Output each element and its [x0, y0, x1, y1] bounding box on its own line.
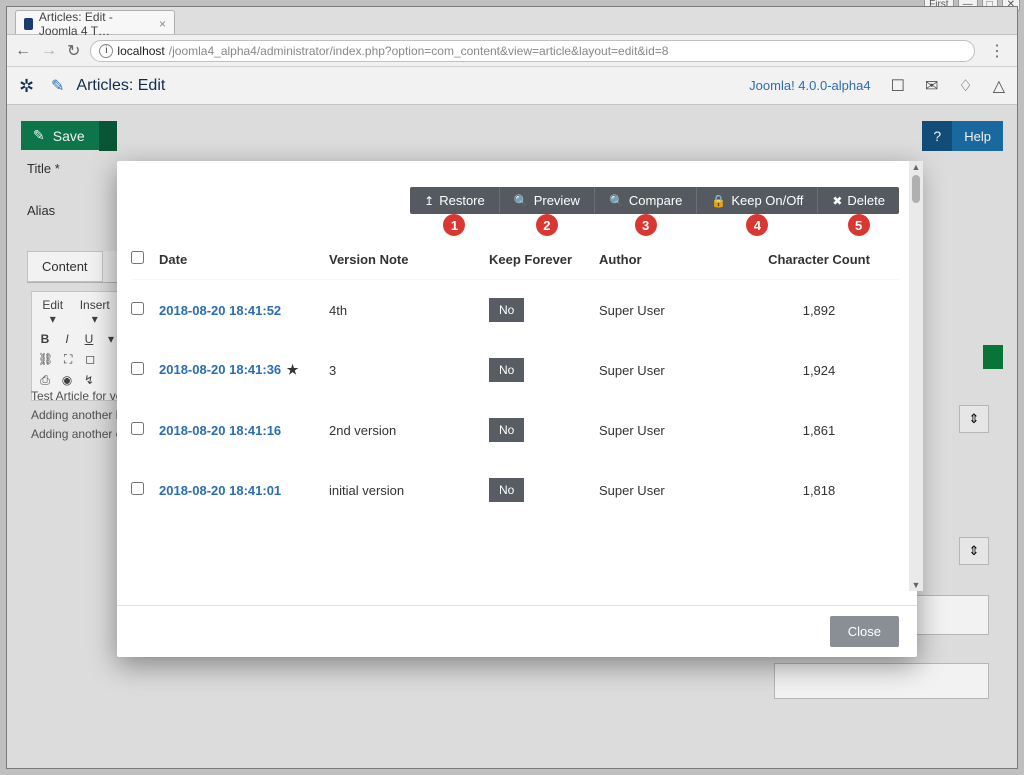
select-all-checkbox[interactable] — [131, 251, 144, 264]
table-header: Date Version Note Keep Forever Author Ch… — [131, 239, 899, 280]
preview-button[interactable]: 🔍 Preview 2 — [499, 187, 594, 214]
modal-footer: Close — [117, 605, 917, 657]
version-note: initial version — [329, 483, 489, 498]
keep-forever-toggle[interactable]: No — [489, 418, 524, 442]
version-date-link[interactable]: 2018-08-20 18:41:01 — [159, 483, 329, 498]
col-author: Author — [599, 252, 759, 267]
col-count: Character Count — [759, 252, 879, 267]
modal-overlay: ▲ ▼ ↥ Restore 1 🔍 Preview 2 — [7, 67, 1017, 768]
close-tab-icon[interactable]: × — [159, 17, 166, 31]
url-input[interactable]: i localhost /joomla4_alpha4/administrato… — [90, 40, 975, 62]
keep-toggle-button[interactable]: 🔒 Keep On/Off 4 — [696, 187, 817, 214]
compare-button[interactable]: 🔍 Compare 3 — [594, 187, 696, 214]
keep-forever-toggle[interactable]: No — [489, 478, 524, 502]
browser-window: Articles: Edit - Joomla 4 T… × ← → ↻ i l… — [6, 6, 1018, 769]
url-path: /joomla4_alpha4/administrator/index.php?… — [169, 44, 669, 58]
row-checkbox[interactable] — [131, 362, 144, 375]
restore-label: Restore — [439, 193, 485, 208]
row-checkbox[interactable] — [131, 482, 144, 495]
col-note: Version Note — [329, 252, 489, 267]
site-info-icon[interactable]: i — [99, 44, 113, 58]
modal-toolbar: ↥ Restore 1 🔍 Preview 2 🔍 Compare 3 — [410, 187, 899, 214]
character-count: 1,818 — [759, 483, 879, 498]
col-keep: Keep Forever — [489, 252, 599, 267]
close-button[interactable]: Close — [830, 616, 899, 647]
preview-icon: 🔍 — [514, 194, 529, 208]
reload-button[interactable]: ↻ — [67, 41, 80, 61]
keep-forever-toggle[interactable]: No — [489, 298, 524, 322]
table-row: 2018-08-20 18:41:01 initial version No S… — [131, 460, 899, 520]
version-date-link[interactable]: 2018-08-20 18:41:16 — [159, 423, 329, 438]
keep-label: Keep On/Off — [731, 193, 803, 208]
version-author: Super User — [599, 423, 759, 438]
badge-2: 2 — [536, 214, 558, 236]
back-button[interactable]: ← — [15, 42, 31, 60]
version-date-link[interactable]: 2018-08-20 18:41:52 — [159, 303, 329, 318]
compare-label: Compare — [629, 193, 682, 208]
page-area: ✲ ✎ Articles: Edit Joomla! 4.0.0-alpha4 … — [7, 67, 1017, 768]
compare-icon: 🔍 — [609, 194, 624, 208]
version-note: 2nd version — [329, 423, 489, 438]
badge-4: 4 — [746, 214, 768, 236]
restore-button[interactable]: ↥ Restore 1 — [410, 187, 499, 214]
restore-icon: ↥ — [424, 194, 434, 208]
version-note: 3 — [329, 363, 489, 378]
version-author: Super User — [599, 303, 759, 318]
version-note: 4th — [329, 303, 489, 318]
lock-icon: 🔒 — [711, 194, 726, 208]
delete-icon: ✖ — [832, 194, 842, 208]
star-icon: ★ — [283, 362, 298, 377]
forward-button[interactable]: → — [41, 42, 57, 60]
character-count: 1,861 — [759, 423, 879, 438]
delete-label: Delete — [847, 193, 885, 208]
col-date: Date — [159, 252, 329, 267]
versions-modal: ▲ ▼ ↥ Restore 1 🔍 Preview 2 — [117, 161, 917, 657]
badge-3: 3 — [635, 214, 657, 236]
versions-table: Date Version Note Keep Forever Author Ch… — [131, 239, 899, 520]
keep-forever-toggle[interactable]: No — [489, 358, 524, 382]
table-row: 2018-08-20 18:41:36 ★ 3 No Super User 1,… — [131, 340, 899, 400]
delete-button[interactable]: ✖ Delete 5 — [817, 187, 899, 214]
url-host: localhost — [117, 44, 164, 58]
badge-5: 5 — [848, 214, 870, 236]
modal-scrollbar[interactable]: ▲ ▼ — [909, 161, 923, 591]
version-author: Super User — [599, 363, 759, 378]
tab-title: Articles: Edit - Joomla 4 T… — [39, 10, 149, 38]
badge-1: 1 — [443, 214, 465, 236]
table-row: 2018-08-20 18:41:52 4th No Super User 1,… — [131, 280, 899, 340]
scroll-down-icon[interactable]: ▼ — [911, 579, 921, 591]
tab-strip: Articles: Edit - Joomla 4 T… × — [7, 7, 1017, 35]
character-count: 1,924 — [759, 363, 879, 378]
version-date-link[interactable]: 2018-08-20 18:41:36 ★ — [159, 362, 329, 378]
browser-tab[interactable]: Articles: Edit - Joomla 4 T… × — [15, 10, 175, 34]
preview-label: Preview — [534, 193, 580, 208]
row-checkbox[interactable] — [131, 302, 144, 315]
table-row: 2018-08-20 18:41:16 2nd version No Super… — [131, 400, 899, 460]
version-author: Super User — [599, 483, 759, 498]
favicon-icon — [24, 18, 33, 30]
scroll-thumb[interactable] — [912, 175, 920, 203]
row-checkbox[interactable] — [131, 422, 144, 435]
scroll-up-icon[interactable]: ▲ — [911, 161, 921, 173]
address-bar: ← → ↻ i localhost /joomla4_alpha4/admini… — [7, 35, 1017, 67]
character-count: 1,892 — [759, 303, 879, 318]
browser-menu-icon[interactable]: ⋮ — [985, 41, 1009, 61]
